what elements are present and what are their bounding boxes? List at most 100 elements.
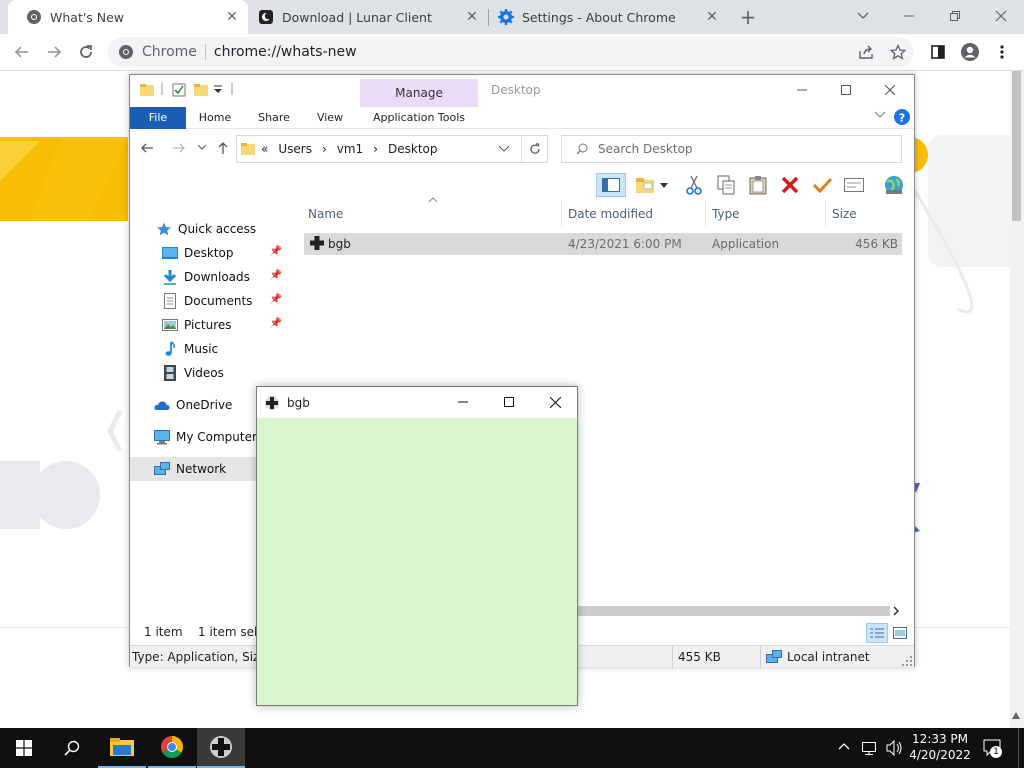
restore-button[interactable] <box>932 0 978 32</box>
nav-music[interactable]: Music <box>162 337 290 361</box>
back-button[interactable] <box>140 141 154 155</box>
ribbon-tab-view[interactable]: View <box>308 107 352 129</box>
paste-button[interactable] <box>746 173 770 197</box>
show-hidden-icons-button[interactable] <box>838 742 850 750</box>
qat-dropdown-icon[interactable] <box>214 85 222 95</box>
share-button[interactable] <box>852 38 880 66</box>
reload-button[interactable] <box>72 38 100 66</box>
taskbar-chrome[interactable] <box>148 728 196 768</box>
navigation-pane-button[interactable] <box>596 173 626 197</box>
expand-ribbon-button[interactable] <box>874 111 886 119</box>
close-icon[interactable]: ✕ <box>704 9 720 25</box>
new-folder-button[interactable] <box>634 173 658 197</box>
nav-videos[interactable]: Videos <box>162 361 290 385</box>
nav-quick-access[interactable]: Quick access <box>156 217 290 241</box>
start-button[interactable] <box>0 728 48 768</box>
tab-lunar-client[interactable]: Download | Lunar Client ✕ <box>248 0 488 34</box>
lunar-client-icon <box>258 9 274 25</box>
rename-button[interactable] <box>810 173 834 197</box>
search-box[interactable]: Search Desktop <box>561 135 902 163</box>
bgb-title-bar[interactable]: bgb <box>257 387 577 418</box>
pin-icon[interactable]: 📌 <box>270 270 282 281</box>
forward-button[interactable] <box>40 38 68 66</box>
new-item-dropdown[interactable] <box>658 173 670 197</box>
close-icon[interactable]: ✕ <box>464 9 480 25</box>
address-dropdown-icon[interactable] <box>499 145 509 153</box>
new-folder-icon[interactable] <box>194 83 208 97</box>
nav-downloads[interactable]: Downloads 📌 <box>162 265 290 289</box>
notification-badge: 1 <box>990 746 1002 758</box>
copy-button[interactable] <box>714 173 738 197</box>
new-tab-button[interactable]: + <box>734 3 762 31</box>
refresh-icon <box>529 143 540 154</box>
refresh-button[interactable] <box>521 136 547 162</box>
details-view-button[interactable] <box>866 623 888 643</box>
bgb-app-icon <box>210 736 232 758</box>
back-button[interactable] <box>8 38 36 66</box>
network-tray-icon[interactable] <box>862 740 880 756</box>
breadcrumb-overflow[interactable]: « <box>261 142 268 156</box>
maximize-button[interactable] <box>487 387 531 417</box>
scroll-right-arrow-icon[interactable] <box>892 606 900 616</box>
breadcrumb-vm1[interactable]: vm1 <box>337 142 363 156</box>
pin-icon[interactable]: 📌 <box>270 318 282 329</box>
close-icon[interactable]: ✕ <box>224 9 240 25</box>
menu-button[interactable] <box>988 38 1016 66</box>
close-window-button[interactable] <box>978 0 1024 32</box>
nav-pictures[interactable]: Pictures 📌 <box>162 313 290 337</box>
cut-button[interactable] <box>682 173 706 197</box>
bgb-emulator-screen[interactable] <box>257 418 577 705</box>
pictures-icon <box>162 317 178 333</box>
pin-icon[interactable]: 📌 <box>270 294 282 305</box>
table-row[interactable]: bgb 4/23/2021 6:00 PM Application 456 KB <box>304 233 902 255</box>
ribbon-tab-home[interactable]: Home <box>192 107 238 129</box>
help-button[interactable]: ? <box>894 109 910 125</box>
nav-label: Music <box>184 342 219 356</box>
details-divider <box>672 646 673 668</box>
tab-whats-new[interactable]: What's New ✕ <box>8 0 248 34</box>
close-button[interactable] <box>533 387 577 417</box>
forward-button[interactable] <box>172 141 186 155</box>
folder-icon <box>110 738 134 756</box>
ribbon-tab-file[interactable]: File <box>130 107 186 129</box>
profile-button[interactable] <box>956 38 984 66</box>
tab-search-button[interactable] <box>840 0 886 32</box>
properties-button[interactable] <box>842 173 866 197</box>
omnibox[interactable]: Chrome chrome://whats-new <box>108 37 914 67</box>
network-globe-button[interactable] <box>882 173 906 197</box>
ribbon-tab-share[interactable]: Share <box>250 107 298 129</box>
ribbon-tab-application-tools[interactable]: Application Tools <box>360 107 478 129</box>
up-button[interactable] <box>216 141 230 155</box>
bookmark-button[interactable] <box>884 38 912 66</box>
side-panel-button[interactable] <box>924 38 952 66</box>
clock[interactable]: 12:33 PM 4/20/2022 <box>906 731 974 763</box>
tab-settings-about-chrome[interactable]: Settings - About Chrome ✕ <box>488 0 728 34</box>
taskbar-file-explorer[interactable] <box>98 728 146 768</box>
delete-button[interactable] <box>778 173 802 197</box>
nav-desktop[interactable]: Desktop 📌 <box>162 241 290 265</box>
pin-icon[interactable]: 📌 <box>270 246 282 257</box>
action-center-button[interactable]: 1 <box>982 738 1002 758</box>
volume-icon[interactable] <box>886 740 904 756</box>
resize-grip-icon[interactable] <box>902 656 912 666</box>
chrome-logo-icon <box>118 44 134 60</box>
recent-locations-button[interactable] <box>198 145 206 151</box>
minimize-button[interactable] <box>782 77 822 103</box>
breadcrumb-desktop[interactable]: Desktop <box>388 142 438 156</box>
address-bar[interactable]: « Users › vm1 › Desktop <box>236 135 548 163</box>
taskbar-bgb[interactable] <box>197 728 245 768</box>
column-header-type[interactable]: Type <box>708 201 826 227</box>
column-header-size[interactable]: Size <box>828 201 908 227</box>
minimize-button[interactable] <box>441 387 485 417</box>
large-icons-view-button[interactable] <box>890 623 910 643</box>
column-header-date-modified[interactable]: Date modified <box>564 201 706 227</box>
properties-icon[interactable] <box>172 83 186 97</box>
close-button[interactable] <box>870 77 910 103</box>
maximize-button[interactable] <box>826 77 866 103</box>
show-desktop-button[interactable] <box>1018 728 1024 768</box>
breadcrumb-users[interactable]: Users <box>278 142 312 156</box>
minimize-button[interactable] <box>886 0 932 32</box>
nav-documents[interactable]: Documents 📌 <box>162 289 290 313</box>
column-header-name[interactable]: Name <box>304 201 562 227</box>
search-button[interactable] <box>48 728 96 768</box>
